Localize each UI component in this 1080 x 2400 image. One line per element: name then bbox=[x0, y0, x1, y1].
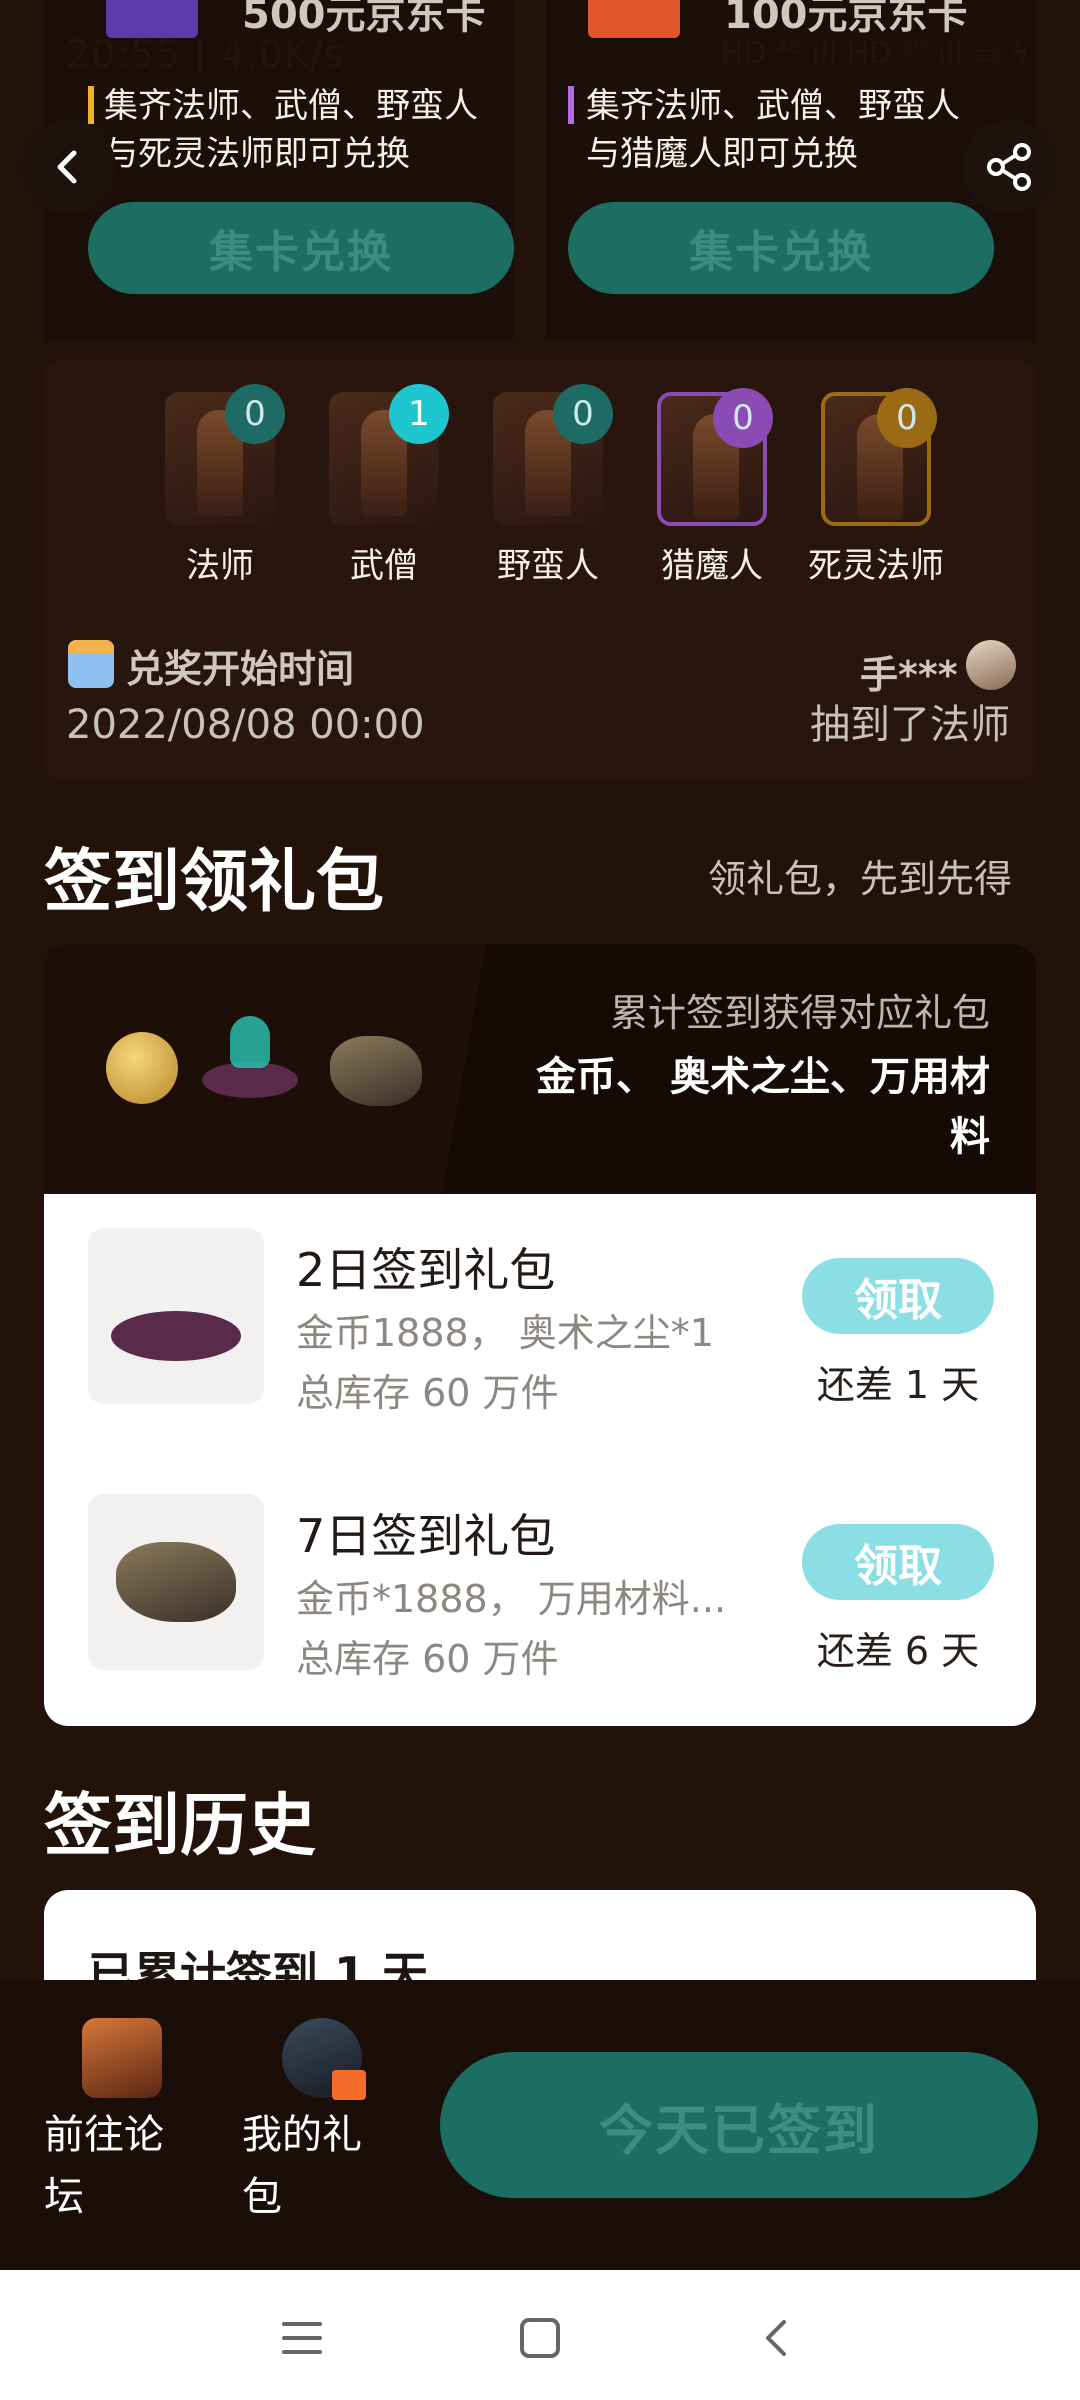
signed-today-button[interactable]: 今天已签到 bbox=[440, 2052, 1038, 2198]
chevron-left-icon bbox=[57, 150, 77, 184]
hero-count-badge: 0 bbox=[225, 384, 285, 444]
gold-coin-icon bbox=[106, 1032, 178, 1104]
claim-button-2day[interactable]: 领取 bbox=[802, 1258, 994, 1334]
hero-collection: 0 法师 1 武僧 0 野蛮人 0 猎魔人 0 死灵法师 bbox=[150, 384, 950, 592]
gift-title: 7日签到礼包 bbox=[296, 1509, 556, 1563]
forum-label: 前往论坛 bbox=[44, 2112, 164, 2220]
calendar-icon bbox=[68, 640, 114, 688]
hero-demon-hunter[interactable]: 0 猎魔人 bbox=[642, 388, 782, 587]
header-line1: 累计签到获得对应礼包 bbox=[609, 991, 990, 1035]
hero-name: 猎魔人 bbox=[661, 546, 763, 586]
hero-name: 野蛮人 bbox=[497, 546, 599, 586]
remain-days: 还差 6 天 bbox=[816, 1629, 980, 1673]
material-icon bbox=[330, 1036, 422, 1106]
my-gifts-link[interactable]: 我的礼包 bbox=[238, 2018, 388, 2238]
hero-barbarian[interactable]: 0 野蛮人 bbox=[478, 384, 618, 587]
prize-time-label: 兑奖开始时间 bbox=[126, 647, 355, 691]
gift-box-icon bbox=[282, 2018, 366, 2100]
header-line3: 料 bbox=[950, 1114, 990, 1160]
hero-name: 法师 bbox=[186, 546, 254, 586]
history-title: 签到历史 bbox=[44, 1787, 317, 1866]
user-avatar bbox=[966, 640, 1016, 690]
gift-desc: 金币*1888， 万用材料... bbox=[296, 1577, 727, 1621]
sign-section-title: 签到领礼包 bbox=[44, 843, 385, 922]
gift-title: 2日签到礼包 bbox=[296, 1243, 556, 1297]
hero-count-badge: 1 bbox=[389, 384, 449, 444]
hero-necromancer[interactable]: 0 死灵法师 bbox=[806, 388, 946, 587]
forum-icon bbox=[82, 2018, 162, 2098]
back-nav-icon[interactable] bbox=[756, 2316, 796, 2360]
prize-time-value: 2022/08/08 00:00 bbox=[66, 702, 425, 748]
status-time: 20:55 | 4.0K/s bbox=[66, 32, 345, 76]
status-icons: HD ⁴ᴳ ıll HD ⁵ᴳ ıll ▭ ϟ bbox=[720, 36, 1030, 71]
gift-image-2day bbox=[88, 1228, 264, 1404]
ticker-user: 手*** bbox=[860, 653, 958, 697]
status-bar: 20:55 | 4.0K/s HD ⁴ᴳ ıll HD ⁵ᴳ ıll ▭ ϟ bbox=[0, 0, 1080, 110]
hero-portrait: 0 bbox=[493, 384, 613, 526]
hero-mage[interactable]: 0 法师 bbox=[150, 384, 290, 587]
hero-portrait: 0 bbox=[165, 384, 285, 526]
gift-stock: 总库存 60 万件 bbox=[296, 1637, 559, 1681]
hero-count-badge: 0 bbox=[713, 388, 773, 448]
hero-portrait: 0 bbox=[657, 388, 773, 526]
remain-days: 还差 1 天 bbox=[816, 1363, 980, 1407]
sign-section-subtitle: 领礼包，先到先得 bbox=[708, 857, 1013, 901]
header-line2: 金币、 奥术之尘、万用材 bbox=[536, 1054, 990, 1100]
hero-count-badge: 0 bbox=[877, 388, 937, 448]
share-icon bbox=[987, 143, 1031, 191]
sign-reward-header: 累计签到获得对应礼包 金币、 奥术之尘、万用材 料 bbox=[44, 944, 1036, 1194]
claim-button-7day[interactable]: 领取 bbox=[802, 1524, 994, 1600]
system-nav-bar bbox=[0, 2270, 1080, 2400]
hero-monk[interactable]: 1 武僧 bbox=[314, 384, 454, 587]
exchange-button-500[interactable]: 集卡兑换 bbox=[88, 202, 514, 294]
share-button[interactable] bbox=[962, 120, 1056, 214]
my-gifts-label: 我的礼包 bbox=[242, 2112, 362, 2220]
menu-icon[interactable] bbox=[280, 2318, 324, 2358]
arcane-dust-glow bbox=[230, 1016, 270, 1068]
gift-desc: 金币1888， 奥术之尘*1 bbox=[296, 1311, 714, 1355]
hero-name: 武僧 bbox=[350, 546, 418, 586]
hero-count-badge: 0 bbox=[553, 384, 613, 444]
home-icon[interactable] bbox=[518, 2316, 562, 2360]
hero-portrait: 0 bbox=[821, 388, 937, 526]
gift-image-7day bbox=[88, 1494, 264, 1670]
ticker-action: 抽到了法师 bbox=[810, 702, 1010, 748]
gift-list: 2日签到礼包 金币1888， 奥术之尘*1 总库存 60 万件 领取 还差 1 … bbox=[44, 1194, 1036, 1726]
gift-stock: 总库存 60 万件 bbox=[296, 1371, 559, 1415]
hero-name: 死灵法师 bbox=[808, 546, 944, 586]
hero-portrait: 1 bbox=[329, 384, 449, 526]
forum-link[interactable]: 前往论坛 bbox=[40, 2018, 190, 2238]
exchange-button-100[interactable]: 集卡兑换 bbox=[568, 202, 994, 294]
back-button[interactable] bbox=[22, 120, 116, 214]
